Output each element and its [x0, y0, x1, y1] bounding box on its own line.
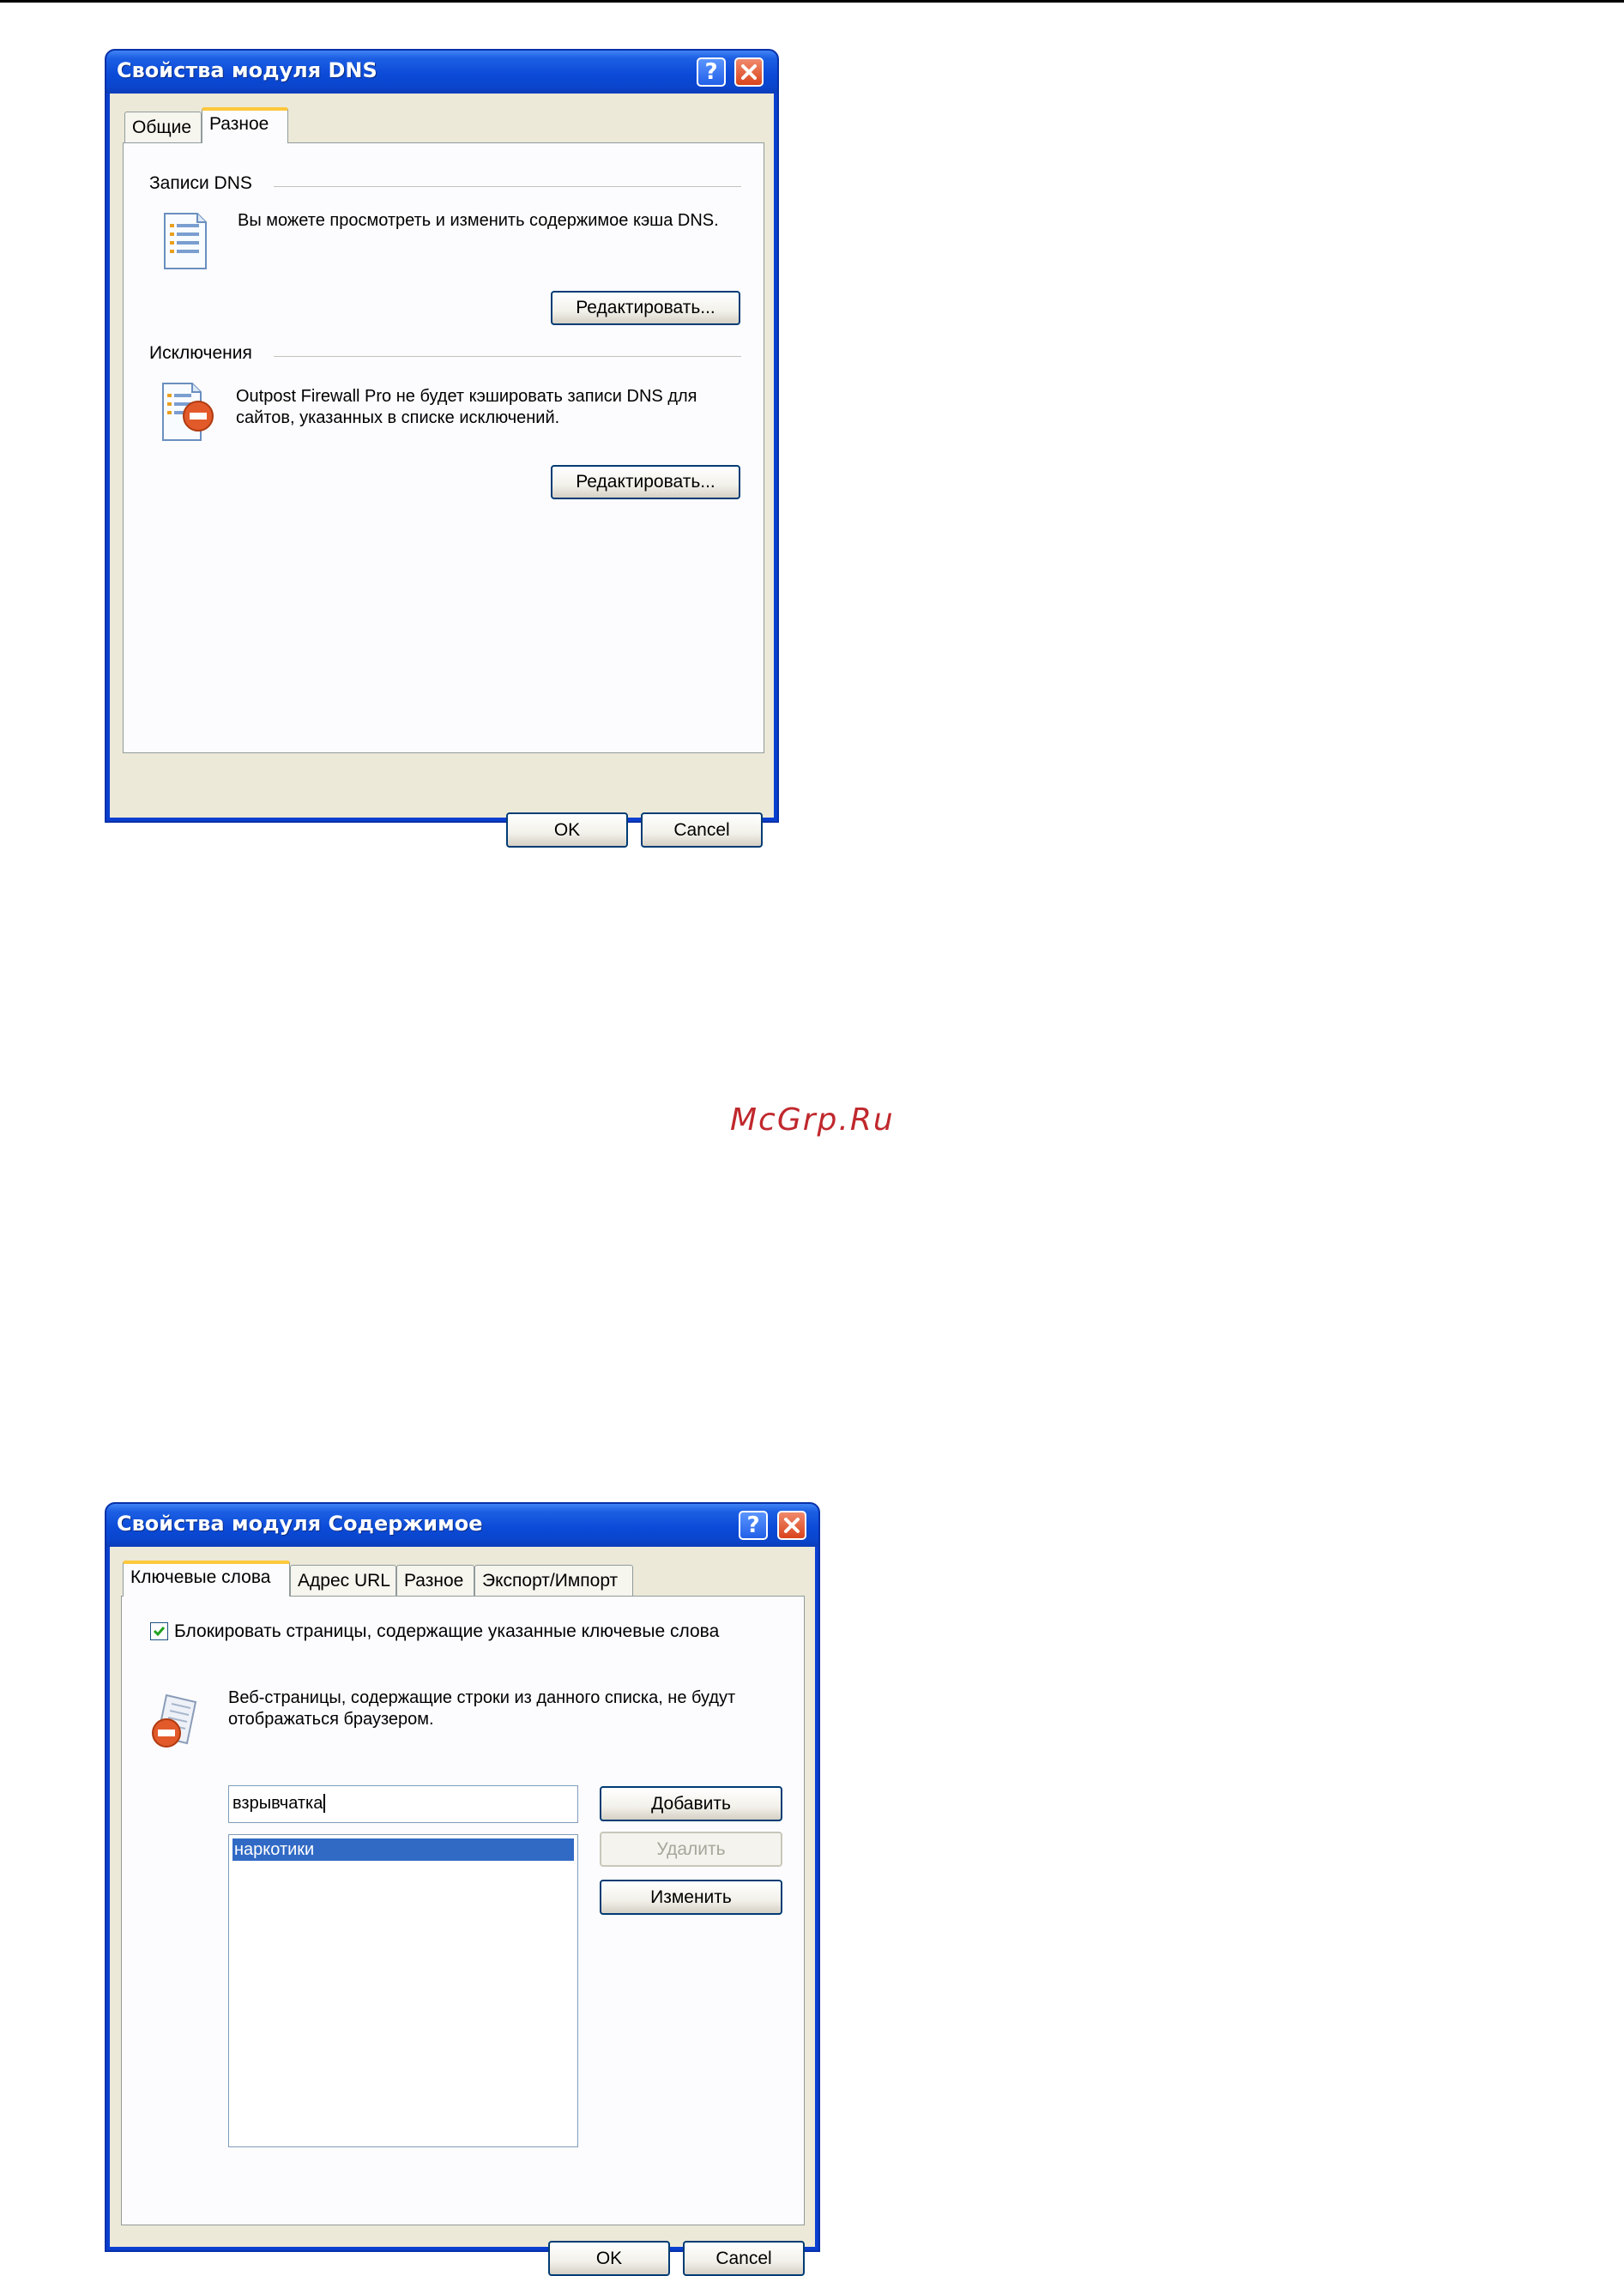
edit-button[interactable]: Изменить	[600, 1880, 782, 1915]
dns-records-separator	[274, 186, 741, 187]
ok-button[interactable]: OK	[548, 2241, 670, 2276]
document-blocked-icon	[162, 383, 214, 441]
dns-records-description: Вы можете просмотреть и изменить содержи…	[238, 211, 719, 230]
close-icon	[784, 1518, 800, 1533]
close-icon	[741, 64, 757, 80]
text-caret	[323, 1794, 326, 1813]
dns-dialog-titlebar[interactable]: Свойства модуля DNS ?	[106, 51, 777, 94]
close-button[interactable]	[734, 57, 764, 87]
dns-properties-dialog: Свойства модуля DNS ? Общие Разное Запис…	[105, 49, 779, 848]
keywords-list[interactable]: наркотики	[228, 1834, 578, 2147]
cancel-button[interactable]: Cancel	[641, 812, 763, 848]
list-item[interactable]: наркотики	[232, 1838, 574, 1861]
dns-records-heading: Записи DNS	[149, 173, 252, 193]
tab-general[interactable]: Общие	[124, 112, 202, 142]
help-icon: ?	[746, 1512, 760, 1538]
document-list-icon	[164, 213, 207, 269]
dns-records-edit-button[interactable]: Редактировать...	[551, 291, 740, 325]
keywords-description: Веб-страницы, содержащие строки из данно…	[228, 1688, 736, 1729]
help-button[interactable]: ?	[739, 1511, 768, 1540]
watermark: McGrp.Ru	[730, 1102, 895, 1138]
tab-export-import[interactable]: Экспорт/Импорт	[474, 1565, 633, 1596]
help-button[interactable]: ?	[697, 57, 726, 87]
block-pages-checkbox[interactable]	[150, 1622, 168, 1640]
remove-button[interactable]: Удалить	[600, 1832, 782, 1867]
exceptions-heading: Исключения	[149, 343, 252, 363]
content-dialog-client: Ключевые слова Адрес URL Разное Экспорт/…	[110, 1547, 815, 2276]
cancel-button[interactable]: Cancel	[683, 2241, 805, 2276]
tab-url-address[interactable]: Адрес URL	[290, 1565, 396, 1596]
block-pages-label[interactable]: Блокировать страницы, содержащие указанн…	[174, 1621, 719, 1642]
page-top-rule	[0, 0, 1624, 3]
keyword-input[interactable]: взрывчатка	[228, 1785, 578, 1823]
checkmark-icon	[153, 1627, 166, 1637]
help-icon: ?	[704, 59, 718, 85]
tab-misc[interactable]: Разное	[202, 107, 288, 143]
document-blocked-icon	[152, 1693, 197, 1748]
content-dialog-title: Свойства модуля Содержимое	[117, 1512, 483, 1536]
exceptions-edit-button[interactable]: Редактировать...	[551, 465, 740, 499]
content-properties-dialog: Свойства модуля Содержимое ? Ключевые сл…	[105, 1502, 820, 2276]
tab-panel-keywords: Блокировать страницы, содержащие указанн…	[121, 1596, 805, 2225]
dns-dialog-title: Свойства модуля DNS	[117, 58, 377, 82]
exceptions-description: Outpost Firewall Pro не будет кэшировать…	[236, 387, 697, 427]
tab-panel-misc: Записи DNS Вы можете просмотреть и измен…	[123, 142, 764, 753]
tab-misc[interactable]: Разное	[396, 1565, 474, 1596]
ok-button[interactable]: OK	[506, 812, 628, 848]
tab-keywords[interactable]: Ключевые слова	[123, 1561, 290, 1597]
add-button[interactable]: Добавить	[600, 1786, 782, 1821]
dns-dialog-client: Общие Разное Записи DNS Вы можете просмо…	[110, 94, 774, 848]
content-dialog-titlebar[interactable]: Свойства модуля Содержимое ?	[106, 1504, 818, 1547]
close-button[interactable]	[777, 1511, 806, 1540]
exceptions-separator	[274, 356, 741, 357]
